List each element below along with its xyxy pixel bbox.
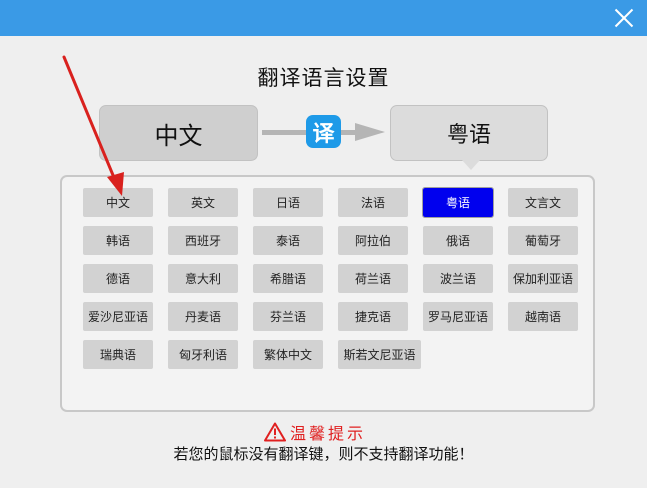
language-button[interactable]: 法语: [338, 188, 408, 217]
target-pointer: [462, 160, 480, 170]
dialog-title: 翻译语言设置: [257, 66, 390, 90]
language-button[interactable]: 俄语: [423, 226, 493, 255]
language-button[interactable]: 罗马尼亚语: [423, 302, 493, 331]
tip-header: 温馨提示: [264, 421, 366, 443]
language-button[interactable]: 韩语: [83, 226, 153, 255]
language-button[interactable]: 越南语: [508, 302, 578, 331]
warning-triangle-icon: [264, 422, 286, 442]
language-button[interactable]: 英文: [168, 188, 238, 217]
language-button[interactable]: 芬兰语: [253, 302, 323, 331]
source-language-box[interactable]: 中文: [99, 105, 258, 161]
language-button[interactable]: 荷兰语: [338, 264, 408, 293]
language-button[interactable]: 中文: [83, 188, 153, 217]
language-button[interactable]: 匈牙利语: [168, 340, 238, 369]
language-button[interactable]: 斯若文尼亚语: [338, 340, 421, 369]
language-button[interactable]: 繁体中文: [253, 340, 323, 369]
language-button[interactable]: 粤语: [422, 187, 494, 218]
language-button[interactable]: 保加利亚语: [508, 264, 578, 293]
right-arrow-head-icon: [355, 123, 385, 141]
language-button[interactable]: 丹麦语: [168, 302, 238, 331]
tip-title: 温馨提示: [290, 424, 367, 443]
language-button[interactable]: 文言文: [508, 188, 578, 217]
language-button[interactable]: 泰语: [253, 226, 323, 255]
language-button[interactable]: 阿拉伯: [338, 226, 408, 255]
tip-text: 若您的鼠标没有翻译键，则不支持翻译功能！: [173, 445, 474, 463]
translate-badge: 译: [306, 115, 341, 148]
language-button[interactable]: 爱沙尼亚语: [83, 302, 153, 331]
language-button[interactable]: 希腊语: [253, 264, 323, 293]
language-grid: 中文 英文 日语 法语 粤语 文言文韩语 西班牙 泰语 阿拉伯 俄语 葡萄牙德语 意大利 希腊语 荷兰语波…: [60, 175, 595, 412]
title-bar: [0, 0, 647, 36]
language-button[interactable]: 意大利: [168, 264, 238, 293]
language-button[interactable]: 波兰语: [423, 264, 493, 293]
language-button[interactable]: 捷克语: [338, 302, 408, 331]
language-button[interactable]: 日语: [253, 188, 323, 217]
translation-settings-window: 翻译语言设置 中文 译 粤语 中文 英文 日语 法语 粤语 文言文 韩语 西班牙 泰语 阿拉伯 俄语…: [0, 0, 647, 488]
close-icon[interactable]: [613, 7, 635, 29]
target-language-box[interactable]: 粤语: [390, 105, 548, 161]
language-button[interactable]: 德语: [83, 264, 153, 293]
language-button[interactable]: 葡萄牙: [508, 226, 578, 255]
language-button[interactable]: 瑞典语: [83, 340, 153, 369]
language-button[interactable]: 西班牙: [168, 226, 238, 255]
